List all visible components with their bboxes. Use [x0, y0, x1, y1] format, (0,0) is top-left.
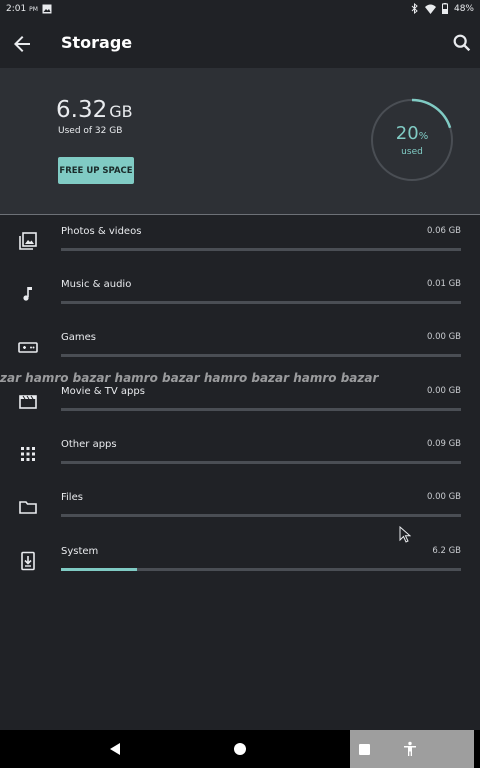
category-size: 0.06 GB — [426, 226, 461, 236]
category-size: 0.00 GB — [426, 492, 461, 502]
mouse-cursor-icon — [399, 526, 411, 543]
watermark: zar hamro bazar hamro bazar hamro bazar … — [0, 371, 379, 385]
image-notification-icon — [42, 4, 52, 14]
list-item-system[interactable]: System 6.2 GB — [0, 542, 480, 595]
category-size: 0.00 GB — [426, 386, 461, 396]
apps-grid-icon — [21, 447, 35, 461]
wifi-icon — [424, 4, 436, 14]
list-item-photos-videos[interactable]: Photos & videos 0.06 GB — [0, 222, 480, 275]
search-icon[interactable] — [451, 32, 473, 54]
used-of-total: Used of 32 GB — [58, 126, 123, 136]
battery-icon — [441, 3, 448, 14]
battery-percent: 48% — [453, 3, 474, 14]
category-size: 0.09 GB — [426, 439, 461, 449]
category-usage-bar — [61, 248, 461, 251]
back-arrow-icon[interactable] — [10, 32, 34, 56]
photos-icon — [19, 232, 37, 250]
category-name: Games — [61, 332, 96, 343]
category-name: Music & audio — [61, 279, 132, 290]
category-name: Movie & TV apps — [61, 386, 145, 397]
category-usage-bar — [61, 461, 461, 464]
category-name: Other apps — [61, 439, 117, 450]
category-usage-bar — [61, 354, 461, 357]
divider — [0, 214, 480, 215]
status-time: 2:01 PM — [6, 4, 38, 14]
category-name: Photos & videos — [61, 226, 142, 237]
list-item-movie-tv-apps[interactable]: Movie & TV apps 0.00 GB — [0, 382, 480, 435]
accessibility-icon[interactable] — [402, 741, 418, 757]
category-size: 0.00 GB — [426, 332, 461, 342]
category-usage-bar — [61, 514, 461, 517]
storage-summary-panel: 6.32 GB Used of 32 GB FREE UP SPACE 20% u… — [0, 68, 480, 214]
category-usage-bar — [61, 408, 461, 411]
used-storage-value: 6.32 GB — [56, 97, 133, 123]
nav-recents-icon[interactable] — [359, 744, 370, 755]
category-name: System — [61, 546, 99, 557]
category-usage-bar — [61, 568, 461, 571]
folder-icon — [19, 501, 37, 514]
status-bar: 2:01 PM 48% — [0, 0, 480, 20]
usage-percent: 20% — [395, 123, 429, 144]
list-item-other-apps[interactable]: Other apps 0.09 GB — [0, 435, 480, 488]
music-note-icon — [23, 287, 32, 301]
gamepad-icon — [18, 342, 38, 353]
system-update-icon — [21, 551, 35, 571]
list-item-music-audio[interactable]: Music & audio 0.01 GB — [0, 275, 480, 328]
page-title: Storage — [61, 33, 133, 52]
app-bar: Storage — [0, 20, 480, 68]
movie-icon — [19, 395, 37, 409]
navigation-bar — [0, 730, 480, 768]
free-up-space-button[interactable]: FREE UP SPACE — [58, 157, 134, 184]
category-size: 6.2 GB — [432, 546, 461, 556]
usage-label: used — [401, 147, 423, 157]
category-name: Files — [61, 492, 83, 503]
nav-back-icon[interactable] — [108, 742, 122, 756]
bluetooth-icon — [411, 3, 418, 14]
nav-home-icon[interactable] — [234, 743, 246, 755]
category-usage-bar — [61, 301, 461, 304]
category-size: 0.01 GB — [426, 279, 461, 289]
